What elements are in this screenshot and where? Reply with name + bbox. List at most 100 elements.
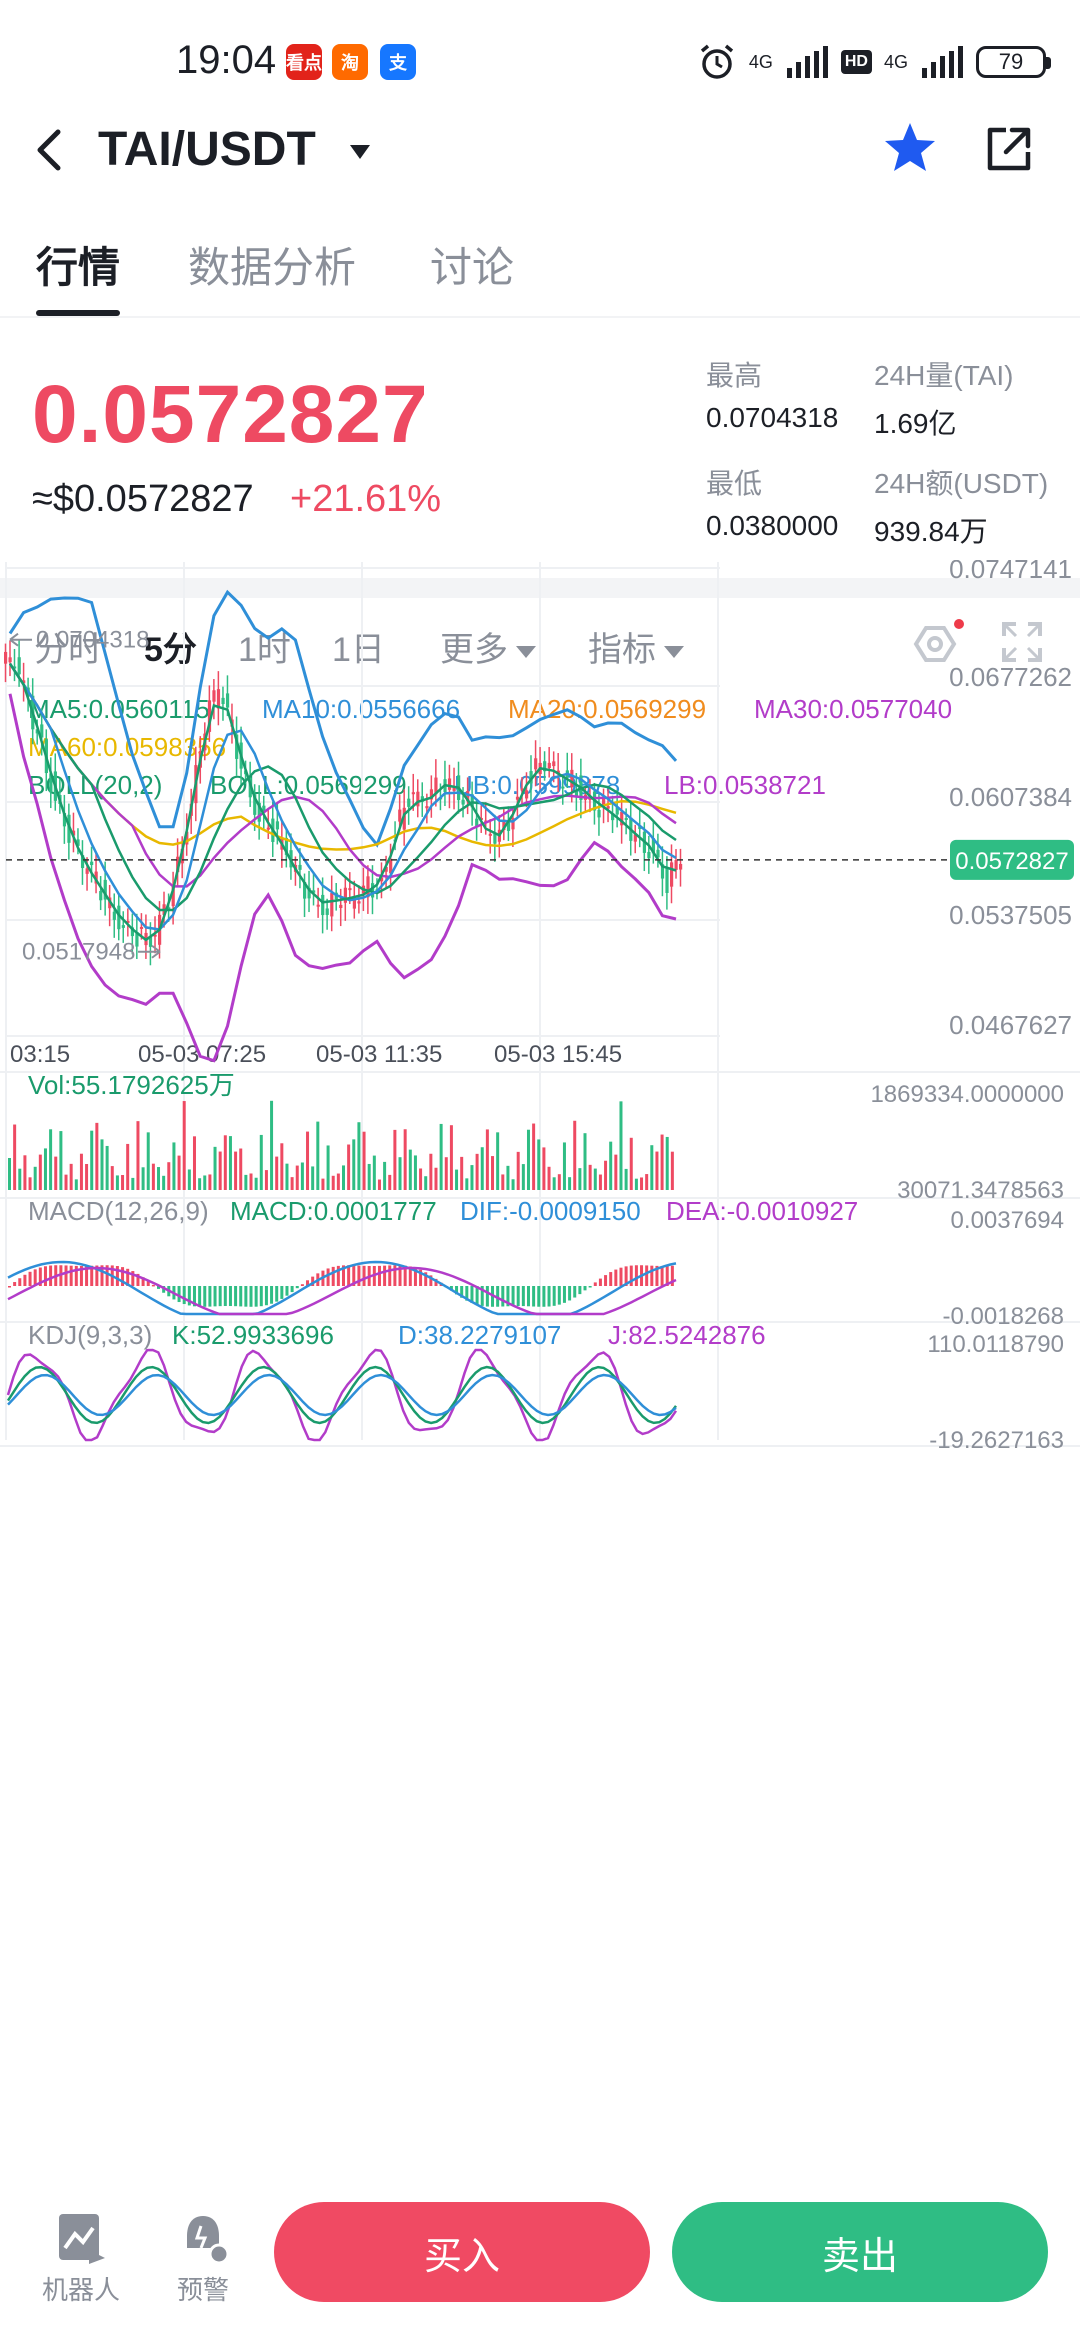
battery-icon: 79 <box>976 46 1051 78</box>
alipay-app-icon: 支 <box>380 44 416 80</box>
kandian-app-icon: 看点 <box>286 44 322 80</box>
macd-histogram-bar <box>264 1286 268 1306</box>
volume-bar <box>640 1177 644 1190</box>
robot-button[interactable]: 机器人 <box>36 2210 126 2307</box>
low-value: 0.0380000 <box>706 510 839 541</box>
volume-bar <box>28 1177 32 1190</box>
volume-bar <box>624 1168 628 1190</box>
volume-bar <box>449 1125 453 1190</box>
volume-bar <box>311 1166 315 1190</box>
candle-body <box>624 818 628 821</box>
macd-histogram-bar <box>254 1286 258 1307</box>
kdj-d: D:38.2279107 <box>398 1320 561 1350</box>
volume-bar <box>33 1166 37 1190</box>
volume-bar <box>234 1151 238 1190</box>
candle-body <box>212 690 216 702</box>
alert-label: 预警 <box>176 2275 229 2305</box>
sell-button[interactable]: 卖出 <box>672 2202 1048 2302</box>
candle-body <box>339 904 343 909</box>
kdj-j: J:82.5242876 <box>608 1320 766 1350</box>
candle-body <box>316 904 320 907</box>
macd-histogram-bar <box>244 1286 248 1307</box>
volume-bar <box>18 1168 22 1190</box>
volume-24h-label: 24H量(TAI) <box>874 360 1014 391</box>
candle-body <box>17 657 21 675</box>
status-bar: 19:04 看点 淘 支 4G HD 4G 79 <box>0 0 1080 120</box>
volume-bar <box>85 1163 89 1190</box>
volume-bar <box>403 1129 407 1190</box>
candle-body <box>343 887 347 903</box>
volume-bar <box>259 1134 263 1190</box>
pair-title[interactable]: TAI/USDT <box>98 122 316 177</box>
volume-bar <box>151 1163 155 1190</box>
volume-min-label: 30071.3478563 <box>897 1177 1064 1204</box>
alert-button[interactable]: 预警 <box>158 2210 248 2307</box>
last-price-tag: 0.0572827 <box>955 848 1068 875</box>
alert-bell-icon <box>187 2216 230 2265</box>
volume-bar <box>249 1173 253 1190</box>
candle-body <box>4 651 8 664</box>
volume-bar <box>372 1155 376 1190</box>
macd-histogram-bar <box>28 1271 32 1286</box>
buy-button[interactable]: 买入 <box>274 2202 650 2302</box>
volume-bar <box>121 1175 125 1190</box>
macd-histogram-bar <box>249 1286 253 1307</box>
macd-histogram-bar <box>223 1286 227 1307</box>
candle-body <box>524 790 529 799</box>
back-icon[interactable] <box>30 128 70 172</box>
candle-body <box>670 862 674 887</box>
kdj-max-label: 110.0118790 <box>927 1331 1064 1358</box>
candle-body <box>330 893 334 917</box>
volume-bar <box>321 1178 325 1190</box>
macd-histogram-bar <box>228 1286 232 1307</box>
tab-market[interactable]: 行情 <box>36 234 120 295</box>
volume-bar <box>357 1122 361 1190</box>
volume-bar <box>629 1137 633 1190</box>
volume-bar <box>532 1123 536 1190</box>
volume-bar <box>480 1147 484 1190</box>
volume-bar <box>377 1179 381 1190</box>
volume-bar <box>475 1153 479 1190</box>
candle-body <box>275 821 280 830</box>
volume-bar <box>172 1142 176 1190</box>
volume-bar <box>562 1142 566 1190</box>
volume-bar <box>367 1163 371 1190</box>
volume-bar <box>645 1174 649 1190</box>
volume-bar <box>74 1179 78 1190</box>
tab-data-analysis[interactable]: 数据分析 <box>188 234 356 295</box>
candle-body <box>534 758 538 770</box>
volume-bar <box>660 1134 664 1190</box>
share-icon[interactable] <box>984 124 1034 174</box>
tab-discussion[interactable]: 讨论 <box>430 234 514 295</box>
low-label: 最低 <box>706 468 763 499</box>
volume-bar <box>187 1169 191 1190</box>
favorite-star-icon[interactable] <box>882 120 938 176</box>
volume-bar <box>568 1177 572 1190</box>
volume-bar <box>167 1162 171 1190</box>
volume-bar <box>162 1175 166 1190</box>
status-time: 19:04 <box>176 38 277 82</box>
volume-label: Vol:55.1792625万 <box>28 1070 235 1100</box>
macd-dif: DIF:-0.0009150 <box>460 1196 641 1226</box>
candle-body <box>407 798 411 807</box>
macd-histogram-bar <box>23 1274 27 1286</box>
volume-bar <box>465 1178 469 1190</box>
kline-chart[interactable]: 0.0747141 0.0677262 0.0607384 0.0537505 0.04… <box>0 560 1080 2166</box>
candle-body <box>266 827 270 830</box>
macd-histogram-bar <box>290 1286 294 1293</box>
pair-dropdown-icon[interactable] <box>348 142 372 162</box>
volume-bar <box>95 1122 99 1190</box>
macd-histogram-bar <box>526 1286 530 1307</box>
volume-bar <box>38 1154 42 1190</box>
x-tick-label: 03:15 <box>10 1041 70 1068</box>
network-type-1: 4G <box>748 52 773 72</box>
macd-histogram-bar <box>552 1286 556 1306</box>
macd-histogram-bar <box>485 1286 489 1307</box>
candle-body <box>425 806 429 809</box>
candle-body <box>679 863 683 870</box>
candle-body <box>570 769 574 788</box>
macd-histogram-bar <box>182 1286 186 1305</box>
robot-icon <box>59 2214 105 2264</box>
macd-histogram-bar <box>239 1286 243 1307</box>
macd-histogram-bar <box>604 1275 608 1286</box>
